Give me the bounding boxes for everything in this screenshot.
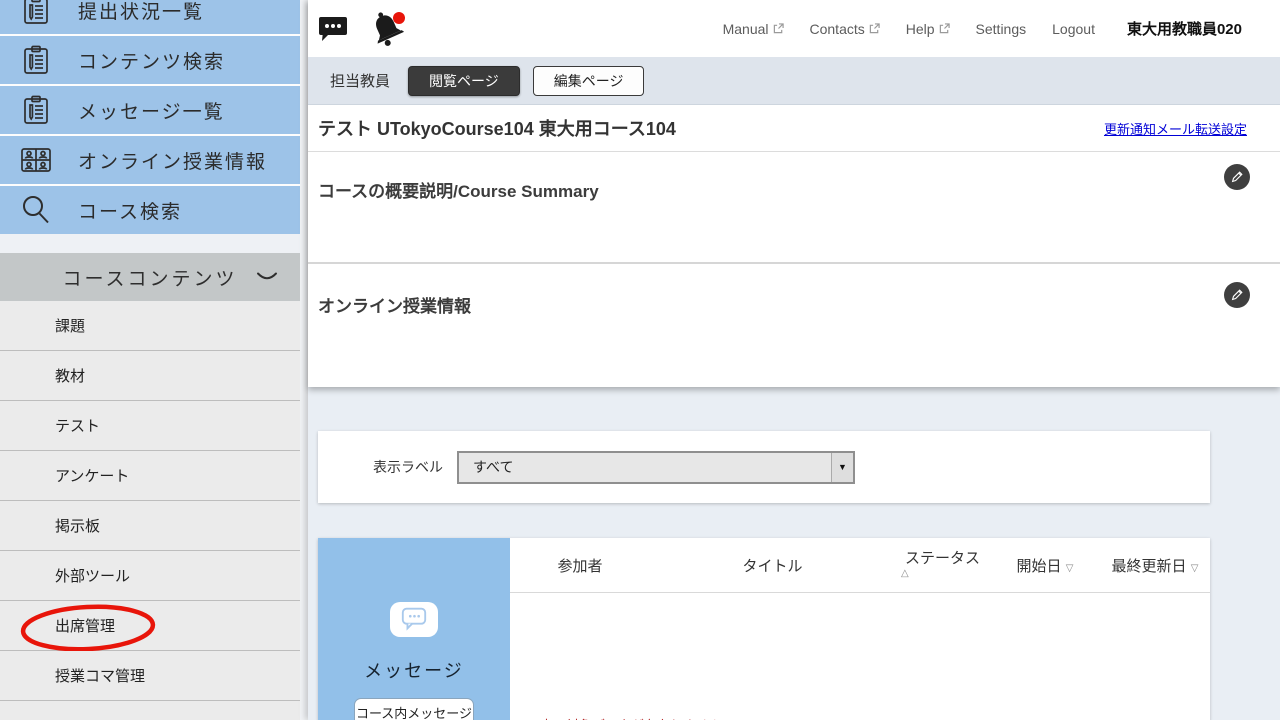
sort-desc-icon: ▽ xyxy=(1066,563,1074,574)
message-table-header-row: 参加者 タイトル ステータス △ 開始日 xyxy=(510,538,1210,593)
sidebar-item-message-list[interactable]: メッセージ一覧 xyxy=(0,86,300,134)
sidebar-item-materials[interactable]: 教材 xyxy=(0,351,300,401)
sidebar-item-label: コース検索 xyxy=(78,197,182,224)
page-title: テスト UTokyoCourse104 東大用コース104 xyxy=(318,115,676,141)
chat-icon[interactable] xyxy=(318,15,348,42)
mail-forward-settings-link[interactable]: 更新通知メール転送設定 xyxy=(1104,119,1247,138)
column-participants: 参加者 xyxy=(510,555,650,576)
tab-view-page[interactable]: 閲覧ページ xyxy=(408,66,520,96)
sidebar-item-course-search[interactable]: コース検索 xyxy=(0,186,300,234)
section-heading: オンライン授業情報 xyxy=(318,264,1250,317)
column-status-sort[interactable]: ステータス △ xyxy=(895,550,990,580)
sidebar-item-content-search[interactable]: コンテンツ検索 xyxy=(0,36,300,84)
column-title: タイトル xyxy=(650,555,895,576)
app-header: Manual Contacts Help Settings Logout 東大用… xyxy=(308,0,1280,57)
clipped-empty-message: 表示対象データが存在しません xyxy=(540,715,722,720)
external-link-icon xyxy=(869,23,880,34)
external-link-icon xyxy=(773,23,784,34)
header-nav: Manual Contacts Help Settings Logout 東大用… xyxy=(723,18,1242,39)
main-area: Manual Contacts Help Settings Logout 東大用… xyxy=(308,0,1280,720)
course-summary-section: コースの概要説明/Course Summary xyxy=(308,152,1280,262)
sidebar-item-label: テスト xyxy=(55,415,100,436)
sidebar-item-class-slot-management[interactable]: 授業コマ管理 xyxy=(0,651,300,701)
sidebar-gap xyxy=(0,236,300,253)
role-label: 担当教員 xyxy=(330,70,390,91)
tab-edit-page[interactable]: 編集ページ xyxy=(533,66,645,96)
nav-help-link[interactable]: Help xyxy=(906,21,950,37)
sidebar-item-label: 教材 xyxy=(55,365,85,386)
sidebar-item-label: コンテンツ検索 xyxy=(78,47,225,74)
sidebar-item-label: 掲示板 xyxy=(55,515,100,536)
course-title-bar: テスト UTokyoCourse104 東大用コース104 更新通知メール転送設… xyxy=(308,105,1280,152)
nav-logout-link[interactable]: Logout xyxy=(1052,21,1095,37)
nav-manual-link[interactable]: Manual xyxy=(723,21,784,37)
chevron-down-icon xyxy=(256,271,278,283)
sidebar-item-bulletin-board[interactable]: 掲示板 xyxy=(0,501,300,551)
column-start-date-sort[interactable]: 開始日 ▽ xyxy=(990,555,1100,576)
sort-asc-icon: △ xyxy=(901,568,909,580)
tab-bar: 担当教員 閲覧ページ 編集ページ xyxy=(308,57,1280,105)
header-icons xyxy=(318,9,406,49)
sidebar-item-label: アンケート xyxy=(55,465,129,486)
lower-content-area: 表示ラベル すべて ▼ xyxy=(308,387,1280,720)
sidebar-top-menu: 提出状況一覧 コンテンツ検索 xyxy=(0,0,300,234)
message-table-panel: メッセージ コース内メッセージ 参加者 タイトル ステータス xyxy=(318,538,1210,720)
display-label-panel: 表示ラベル すべて ▼ xyxy=(318,431,1210,503)
section-header-label: コースコンテンツ xyxy=(62,264,237,291)
column-last-updated-sort[interactable]: 最終更新日 ▽ xyxy=(1100,555,1210,576)
sidebar-item-label: オンライン授業情報 xyxy=(78,147,267,174)
chat-bubble-icon xyxy=(390,602,438,637)
app-root: 提出状況一覧 コンテンツ検索 xyxy=(0,0,1280,720)
sidebar-item-label: メッセージ一覧 xyxy=(78,97,225,124)
clipboard-list-icon xyxy=(19,94,53,126)
sidebar-item-label: 出席管理 xyxy=(55,615,115,636)
clipboard-list-icon xyxy=(19,0,53,26)
sidebar-item-assignments[interactable]: 課題 xyxy=(0,301,300,351)
sidebar-filler xyxy=(0,701,300,720)
external-link-icon xyxy=(939,23,950,34)
sidebar-item-tests[interactable]: テスト xyxy=(0,401,300,451)
message-category-cell: メッセージ コース内メッセージ xyxy=(318,538,510,720)
online-class-info-section: オンライン授業情報 xyxy=(308,264,1280,387)
message-table-body: 参加者 タイトル ステータス △ 開始日 xyxy=(510,538,1210,720)
display-label-caption: 表示ラベル xyxy=(373,457,443,477)
edit-pencil-button[interactable] xyxy=(1224,164,1250,190)
section-heading: コースの概要説明/Course Summary xyxy=(318,152,1250,202)
sidebar-item-external-tools[interactable]: 外部ツール xyxy=(0,551,300,601)
sidebar-item-submission-status[interactable]: 提出状況一覧 xyxy=(0,0,300,34)
online-class-icon xyxy=(19,144,53,176)
sidebar: 提出状況一覧 コンテンツ検索 xyxy=(0,0,300,720)
sidebar-item-online-class-info[interactable]: オンライン授業情報 xyxy=(0,136,300,184)
sidebar-item-label: 課題 xyxy=(55,315,85,336)
course-message-button[interactable]: コース内メッセージ xyxy=(354,698,474,720)
bell-icon[interactable] xyxy=(370,9,406,49)
select-value: すべて xyxy=(459,457,831,477)
search-icon xyxy=(19,194,53,226)
nav-settings-link[interactable]: Settings xyxy=(976,21,1027,37)
clipboard-list-icon xyxy=(19,44,53,76)
select-arrow-icon: ▼ xyxy=(831,453,853,482)
top-content-block: Manual Contacts Help Settings Logout 東大用… xyxy=(308,0,1280,387)
sidebar-item-label: 提出状況一覧 xyxy=(78,0,204,24)
sort-desc-icon: ▽ xyxy=(1191,563,1199,574)
display-label-select[interactable]: すべて ▼ xyxy=(457,451,855,484)
sidebar-item-label: 授業コマ管理 xyxy=(55,665,145,686)
sidebar-item-surveys[interactable]: アンケート xyxy=(0,451,300,501)
sidebar-item-label: 外部ツール xyxy=(55,565,130,586)
sidebar-item-attendance[interactable]: 出席管理 xyxy=(0,601,300,651)
username-label: 東大用教職員020 xyxy=(1127,18,1242,39)
notification-dot xyxy=(393,12,405,24)
sidebar-section-course-contents[interactable]: コースコンテンツ xyxy=(0,253,300,301)
nav-contacts-link[interactable]: Contacts xyxy=(810,21,880,37)
edit-pencil-button[interactable] xyxy=(1224,282,1250,308)
message-category-label: メッセージ xyxy=(364,657,464,683)
